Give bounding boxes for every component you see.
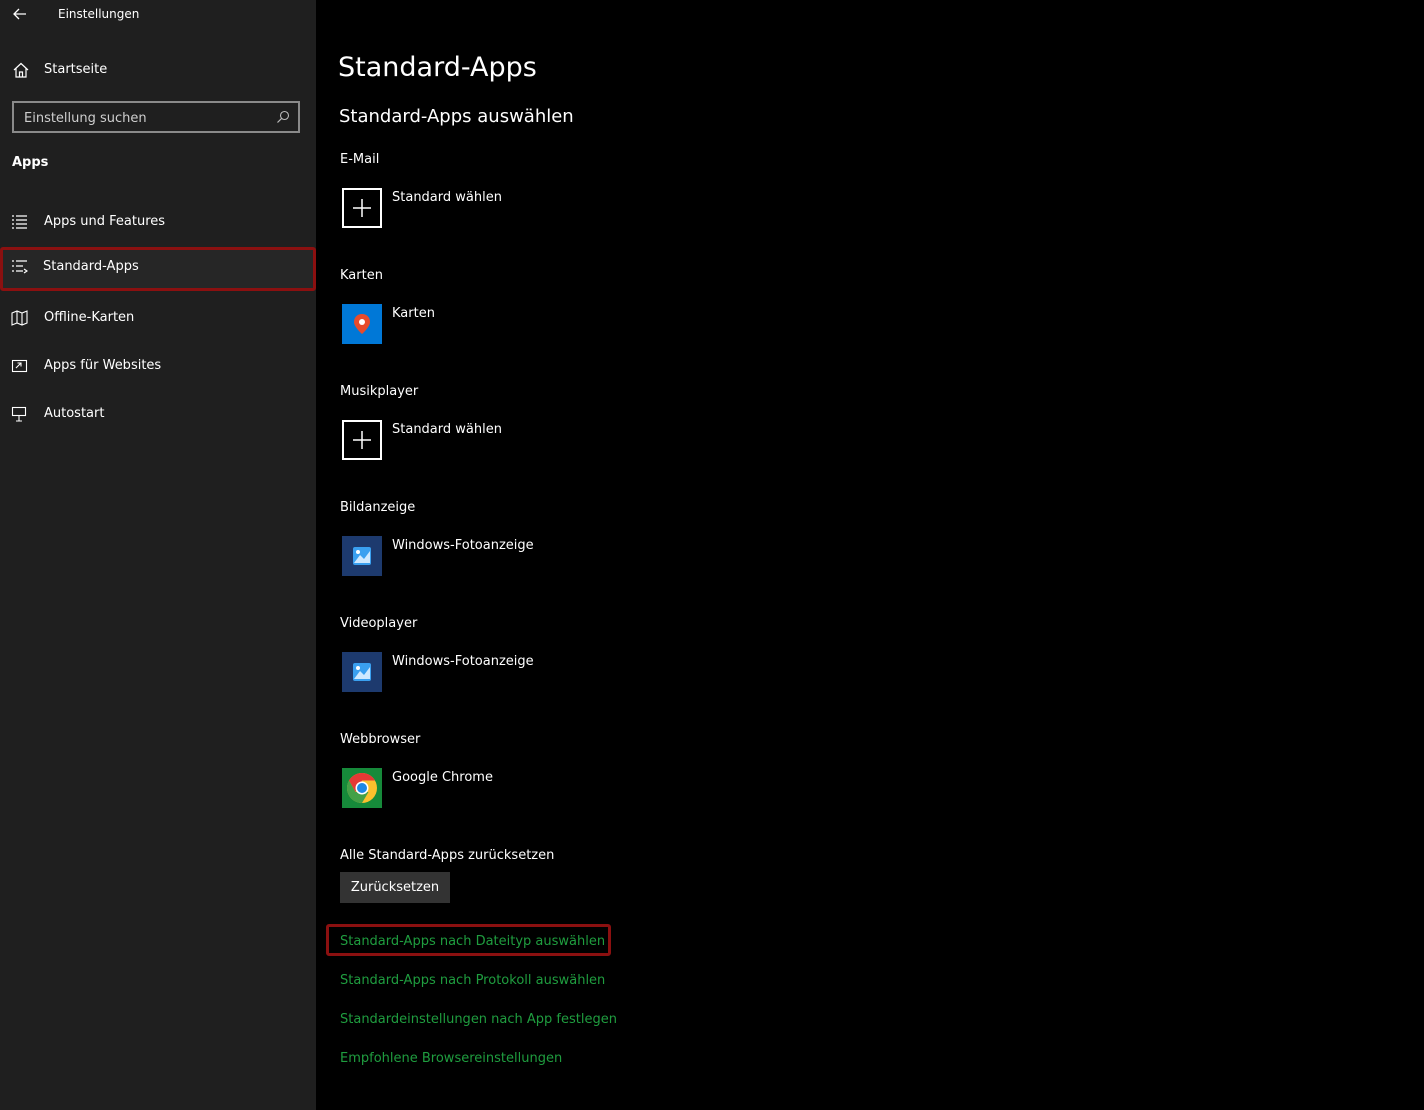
search-icon[interactable] (276, 110, 290, 124)
home-label: Startseite (44, 62, 108, 77)
app-name: Windows-Fotoanzeige (392, 654, 534, 669)
email-app-selector[interactable]: Standard wählen (340, 188, 640, 232)
plus-icon (342, 420, 382, 460)
section-header: Apps (12, 155, 49, 170)
home-button[interactable]: Startseite (0, 52, 316, 88)
link-set-defaults-by-app[interactable]: Standardeinstellungen nach App festlegen (340, 1012, 617, 1027)
category-label-music: Musikplayer (340, 384, 419, 399)
search-field[interactable] (12, 101, 300, 133)
browser-app-selector[interactable]: Google Chrome (340, 768, 640, 812)
category-label-browser: Webbrowser (340, 732, 421, 747)
map-icon (11, 310, 28, 326)
category-label-email: E-Mail (340, 152, 380, 167)
sidebar-item-standard-apps[interactable]: Standard-Apps (0, 247, 316, 291)
app-name: Standard wählen (392, 422, 502, 437)
search-input[interactable] (24, 109, 264, 127)
reset-label: Alle Standard-Apps zurücksetzen (340, 848, 555, 863)
title-bar: Einstellungen (0, 0, 316, 28)
page-title: Standard-Apps (338, 52, 537, 83)
photo-viewer-icon (342, 652, 382, 692)
app-name: Google Chrome (392, 770, 493, 785)
default-apps-icon (12, 260, 28, 274)
music-app-selector[interactable]: Standard wählen (340, 420, 640, 464)
app-name: Karten (392, 306, 435, 321)
category-label-photo-viewer: Bildanzeige (340, 500, 416, 515)
reset-button[interactable]: Zurücksetzen (340, 872, 450, 903)
maps-app-icon (342, 304, 382, 344)
sidebar-item-label: Autostart (44, 406, 105, 421)
sidebar-item-apps-features[interactable]: Apps und Features (0, 202, 316, 242)
sidebar-item-label: Offline-Karten (44, 310, 135, 325)
window-title: Einstellungen (58, 7, 140, 21)
maps-app-selector[interactable]: Karten (340, 304, 640, 348)
sidebar-item-apps-for-websites[interactable]: Apps für Websites (0, 346, 316, 386)
sidebar-item-label: Standard-Apps (43, 259, 139, 274)
sidebar-item-label: Apps für Websites (44, 358, 162, 373)
sidebar-item-offline-maps[interactable]: Offline-Karten (0, 298, 316, 338)
list-icon (12, 215, 27, 229)
plus-icon (342, 188, 382, 228)
main-content: Standard-Apps Standard-Apps auswählen E-… (316, 0, 1424, 1110)
chrome-icon (342, 768, 382, 808)
link-choose-by-protocol[interactable]: Standard-Apps nach Protokoll auswählen (340, 973, 605, 988)
category-label-video: Videoplayer (340, 616, 418, 631)
video-app-selector[interactable]: Windows-Fotoanzeige (340, 652, 640, 696)
startup-icon (11, 406, 27, 422)
home-icon (13, 62, 29, 78)
photo-viewer-app-selector[interactable]: Windows-Fotoanzeige (340, 536, 640, 580)
app-name: Windows-Fotoanzeige (392, 538, 534, 553)
section-subtitle: Standard-Apps auswählen (339, 106, 574, 127)
sidebar-item-label: Apps und Features (44, 214, 166, 229)
category-label-maps: Karten (340, 268, 383, 283)
app-name: Standard wählen (392, 190, 502, 205)
link-recommended-browser-settings[interactable]: Empfohlene Browsereinstellungen (340, 1051, 562, 1066)
sidebar-item-autostart[interactable]: Autostart (0, 394, 316, 434)
link-choose-by-file-type[interactable]: Standard-Apps nach Dateityp auswählen (340, 934, 605, 949)
open-in-app-icon (11, 359, 28, 373)
sidebar: Einstellungen Startseite Apps Apps und F… (0, 0, 316, 1110)
back-arrow-icon[interactable] (10, 4, 30, 24)
photo-viewer-icon (342, 536, 382, 576)
